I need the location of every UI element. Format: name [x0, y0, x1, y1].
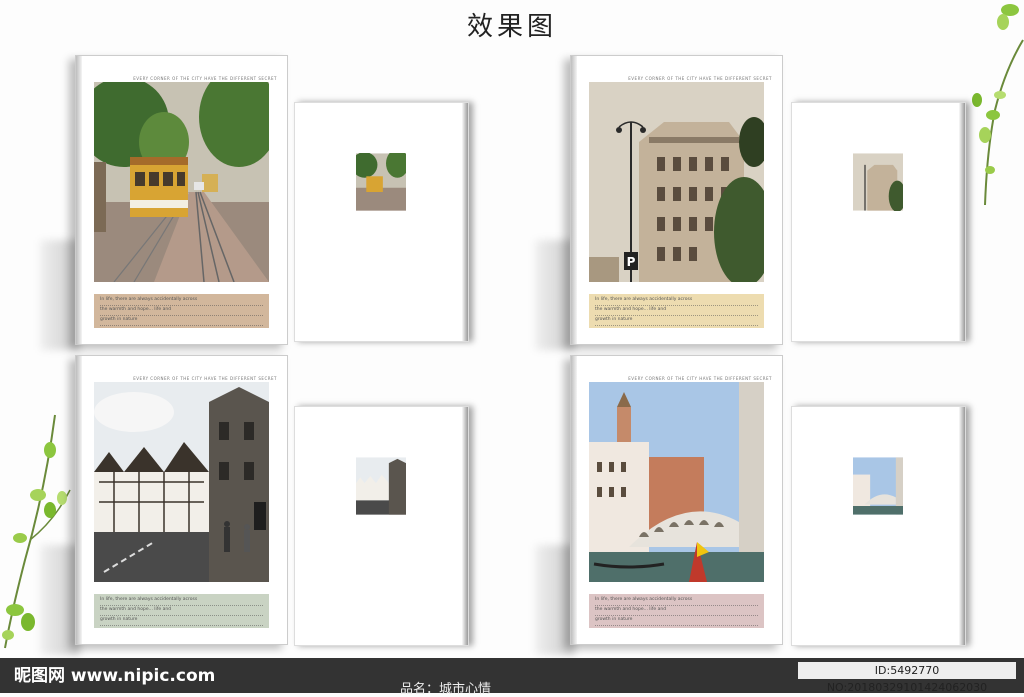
text-line: In life, there are always accidentally a…: [100, 597, 263, 606]
text-box: In life, there are always accidentally a…: [589, 594, 764, 628]
text-box: In life, there are always accidentally a…: [94, 594, 269, 628]
cover-tagline: EVERY CORNER OF THE CITY HAVE THE DIFFER…: [133, 76, 277, 81]
text-line: the warmth and hope... life and: [100, 607, 263, 616]
image-id-label: ID:5492770 NO:20180329101424062030: [798, 662, 1016, 694]
cover-venice: EVERY CORNER OF THE CITY HAVE THE DIFFER…: [570, 355, 783, 645]
photo-tudor-street: [94, 382, 269, 582]
text-line: In life, there are always accidentally a…: [595, 297, 758, 306]
watermark-footer: 昵图网 www.nipic.com 品名：城市心情 ID:5492770 NO:…: [0, 658, 1024, 697]
thumbnail-tram: [356, 153, 406, 211]
thumbnail-venice: [853, 457, 903, 515]
text-line: growth in nature: [595, 317, 758, 326]
cover-tram: EVERY CORNER OF THE CITY HAVE THE DIFFER…: [75, 55, 288, 345]
text-box: In life, there are always accidentally a…: [94, 294, 269, 328]
cover-building: EVERY CORNER OF THE CITY HAVE THE DIFFER…: [570, 55, 783, 345]
thumbnail-street: [356, 457, 406, 515]
svg-text:P: P: [627, 255, 636, 269]
text-line: the warmth and hope... life and: [100, 307, 263, 316]
cover-tagline: EVERY CORNER OF THE CITY HAVE THE DIFFER…: [628, 376, 772, 381]
photo-tram-street: [94, 82, 269, 282]
thumbnail-building: [853, 153, 903, 211]
text-box: In life, there are always accidentally a…: [589, 294, 764, 328]
back-cover-street: [294, 406, 469, 646]
leaf-branch-top-right: [972, 4, 1024, 206]
text-line: growth in nature: [595, 617, 758, 626]
text-line: growth in nature: [100, 317, 263, 326]
text-line: growth in nature: [100, 617, 263, 626]
photo-paris-building: P: [589, 82, 764, 282]
photo-venice-bridge: [589, 382, 764, 582]
back-cover-building: [791, 102, 966, 342]
cover-street: EVERY CORNER OF THE CITY HAVE THE DIFFER…: [75, 355, 288, 645]
back-cover-tram: [294, 102, 469, 342]
cover-tagline: EVERY CORNER OF THE CITY HAVE THE DIFFER…: [133, 376, 277, 381]
text-line: the warmth and hope... life and: [595, 307, 758, 316]
product-name: 品名：城市心情: [400, 682, 492, 697]
site-logo: 昵图网 www.nipic.com: [14, 666, 216, 686]
page-title: 效果图: [466, 12, 557, 42]
text-line: In life, there are always accidentally a…: [100, 297, 263, 306]
cover-tagline: EVERY CORNER OF THE CITY HAVE THE DIFFER…: [628, 76, 772, 81]
text-line: In life, there are always accidentally a…: [595, 597, 758, 606]
back-cover-venice: [791, 406, 966, 646]
text-line: the warmth and hope... life and: [595, 607, 758, 616]
